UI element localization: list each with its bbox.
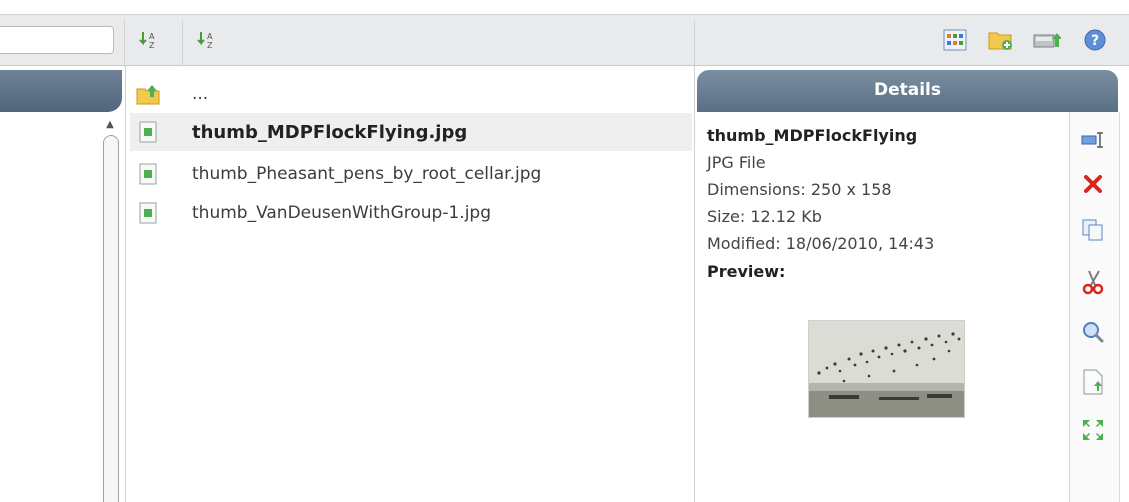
list-item-label: ...: [192, 84, 209, 104]
clipped-header-text: ​: [0, 0, 1129, 14]
expand-button[interactable]: [1073, 410, 1113, 450]
svg-text:Z: Z: [207, 41, 213, 50]
toolbar-divider: [694, 20, 695, 66]
help-icon: ?: [1084, 29, 1106, 51]
move-button[interactable]: [1073, 362, 1113, 402]
scrollbar[interactable]: [103, 135, 119, 502]
details-filename: thumb_MDPFlockFlying: [707, 126, 918, 145]
toolbar-divider: [182, 20, 183, 66]
svg-text:?: ?: [1091, 33, 1099, 49]
details-dimensions: Dimensions: 250 x 158: [707, 180, 892, 199]
new-folder-icon: [988, 32, 1012, 50]
rename-icon: [1081, 132, 1103, 148]
image-file-icon: [136, 201, 160, 225]
expand-icon: [1083, 420, 1103, 440]
cut-icon: [1082, 270, 1104, 295]
details-file-type: JPG File: [707, 153, 766, 172]
list-item-parent-folder[interactable]: ...: [130, 75, 692, 113]
svg-text:A: A: [207, 32, 213, 41]
search-input[interactable]: [0, 26, 114, 54]
upload-button[interactable]: [1030, 24, 1064, 56]
upload-icon: [1033, 33, 1061, 48]
list-item-label: thumb_Pheasant_pens_by_root_cellar.jpg: [192, 164, 542, 184]
delete-button[interactable]: [1073, 164, 1113, 204]
zoom-icon: [1083, 322, 1104, 343]
grid-view-button[interactable]: [938, 24, 972, 56]
copy-button[interactable]: [1073, 210, 1113, 250]
sort-az-icon: A Z: [197, 32, 213, 50]
toolbar-divider: [124, 20, 125, 66]
sort-ascending-button[interactable]: A Z: [132, 24, 166, 56]
scroll-up-arrow-icon[interactable]: ▲: [102, 118, 118, 132]
list-item[interactable]: thumb_Pheasant_pens_by_root_cellar.jpg: [130, 155, 692, 193]
details-preview-label: Preview:: [707, 262, 786, 281]
preview-image: [808, 320, 965, 418]
folder-tree-header: [0, 70, 122, 112]
list-item-selected[interactable]: thumb_MDPFlockFlying.jpg: [130, 113, 692, 151]
sort-az-icon: A Z: [139, 32, 155, 50]
delete-icon: [1084, 175, 1102, 193]
grid-view-icon: [943, 29, 967, 51]
rename-button[interactable]: [1073, 120, 1113, 160]
details-size: Size: 12.12 Kb: [707, 207, 822, 226]
sort-descending-button[interactable]: A Z: [190, 24, 224, 56]
image-file-icon: [136, 120, 160, 144]
cut-button[interactable]: [1073, 262, 1113, 302]
list-item-label: thumb_MDPFlockFlying.jpg: [192, 121, 468, 143]
list-item-label: thumb_VanDeusenWithGroup-1.jpg: [192, 203, 491, 223]
move-icon: [1083, 369, 1103, 395]
svg-text:A: A: [149, 32, 155, 41]
copy-icon: [1082, 219, 1103, 241]
svg-text:Z: Z: [149, 41, 155, 50]
details-header: Details: [697, 70, 1118, 112]
list-item[interactable]: thumb_VanDeusenWithGroup-1.jpg: [130, 194, 692, 232]
image-file-icon: [136, 162, 160, 186]
zoom-button[interactable]: [1073, 312, 1113, 352]
new-folder-button[interactable]: [984, 24, 1018, 56]
help-button[interactable]: ?: [1078, 24, 1112, 56]
folder-up-icon: [136, 82, 160, 106]
details-modified: Modified: 18/06/2010, 14:43: [707, 234, 935, 253]
